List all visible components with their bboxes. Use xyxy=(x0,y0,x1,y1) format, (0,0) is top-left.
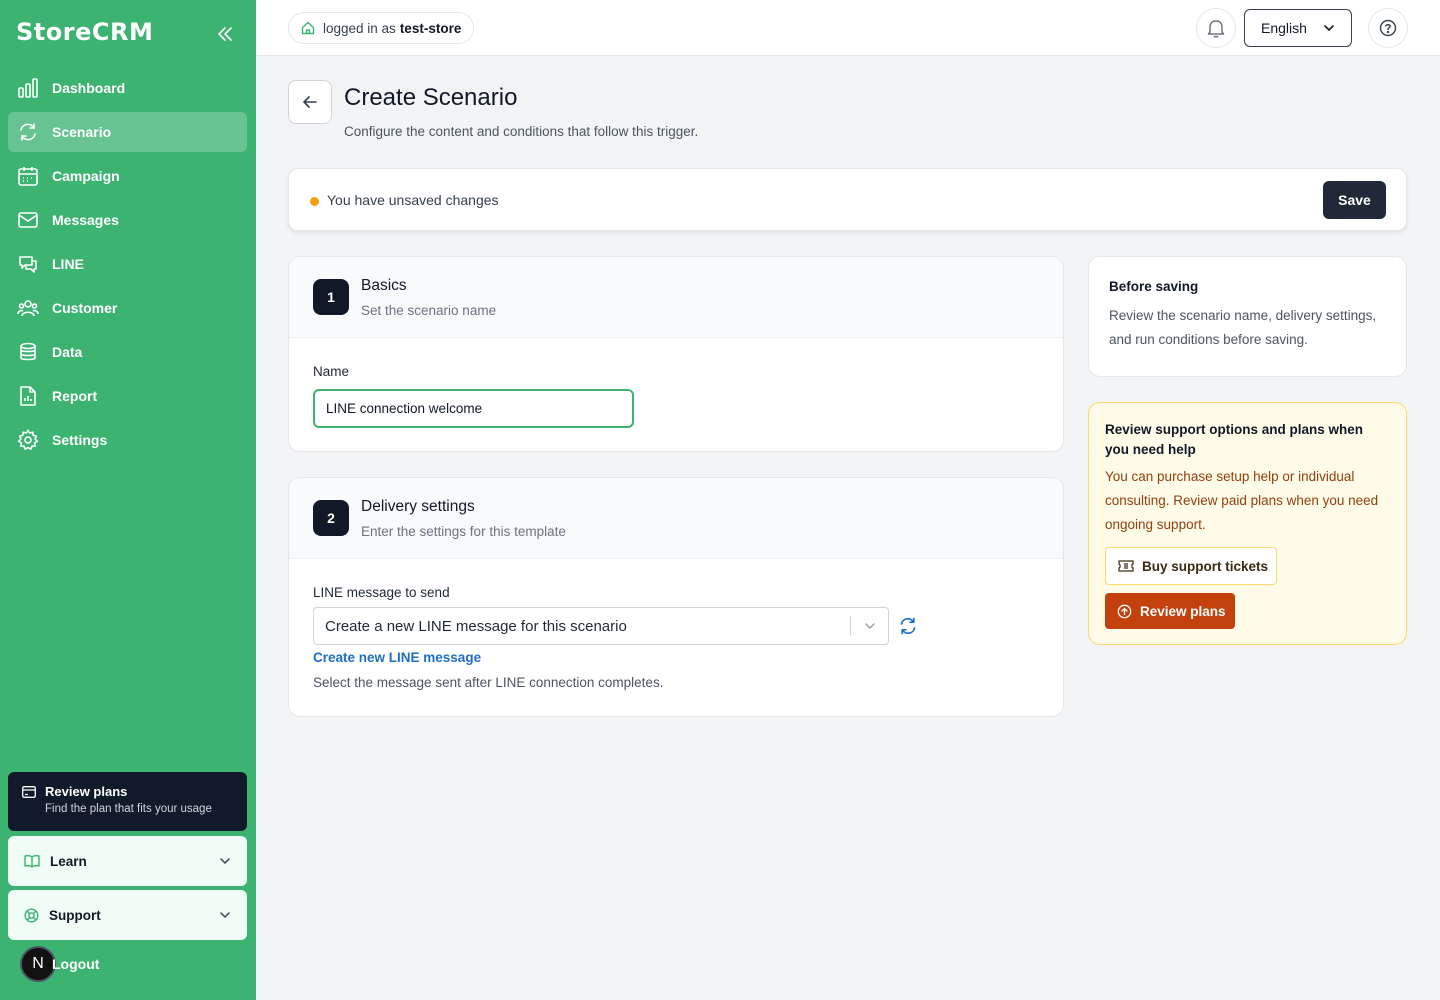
support-card-title: Review support options and plans when yo… xyxy=(1105,422,1364,457)
sidebar-item-customer[interactable]: Customer xyxy=(8,288,247,328)
back-button[interactable] xyxy=(288,80,332,124)
sidebar-item-label: Dashboard xyxy=(52,80,126,96)
sidebar-item-label: Settings xyxy=(52,432,108,448)
bell-icon xyxy=(1207,20,1225,38)
language-select[interactable]: English xyxy=(1244,9,1352,47)
refresh-icon xyxy=(17,121,39,143)
help-icon xyxy=(1379,19,1397,37)
support-accordion[interactable]: Support xyxy=(8,890,247,940)
line-message-help-text: Select the message sent after LINE conne… xyxy=(313,675,664,690)
chevron-down-icon xyxy=(220,858,230,865)
basics-title: Basics xyxy=(361,277,407,294)
logout-label: Logout xyxy=(52,956,100,972)
buy-support-tickets-button[interactable]: Buy support tickets xyxy=(1105,547,1277,585)
before-saving-title: Before saving xyxy=(1109,279,1199,294)
review-plans-card[interactable]: Review plans Find the plan that fits you… xyxy=(8,772,247,831)
review-plans-button[interactable]: Review plans xyxy=(1105,593,1235,629)
step-badge: 1 xyxy=(313,279,349,315)
status-dot xyxy=(310,197,319,206)
sidebar-item-label: LINE xyxy=(52,256,84,272)
sidebar-item-label: Data xyxy=(52,344,83,360)
sidebar-item-label: Campaign xyxy=(52,168,120,184)
sidebar-item-report[interactable]: Report xyxy=(8,376,247,416)
credit-card-icon xyxy=(22,785,36,798)
arrow-left-icon xyxy=(303,96,317,108)
sidebar-item-line[interactable]: LINE xyxy=(8,244,247,284)
delivery-card-header: 2 Delivery settings Enter the settings f… xyxy=(289,478,1063,559)
before-saving-card: Before saving Review the scenario name, … xyxy=(1088,256,1407,377)
review-plans-title: Review plans xyxy=(45,784,128,799)
store-name: test-store xyxy=(399,20,462,36)
support-card-text: You can purchase setup help or individua… xyxy=(1105,469,1379,532)
review-plans-label: Review plans xyxy=(1140,603,1226,619)
sidebar-item-label: Report xyxy=(52,388,98,404)
support-label: Support xyxy=(49,907,101,923)
login-status-pill: logged in as test-store xyxy=(288,12,475,44)
before-saving-text: Review the scenario name, delivery setti… xyxy=(1109,308,1377,347)
logged-in-prefix: logged in as xyxy=(323,20,396,36)
top-header: logged in as test-store English xyxy=(256,0,1440,56)
collapse-sidebar-icon[interactable] xyxy=(214,24,236,44)
logout-button[interactable]: N Logout xyxy=(20,946,99,982)
basics-card: 1 Basics Set the scenario name Name xyxy=(288,256,1064,452)
delivery-settings-card: 2 Delivery settings Enter the settings f… xyxy=(288,477,1064,717)
ticket-icon xyxy=(1118,560,1134,572)
learn-label: Learn xyxy=(50,853,87,869)
bar-chart-icon xyxy=(17,77,39,99)
sidebar-item-dashboard[interactable]: Dashboard xyxy=(8,68,247,108)
selected-option: Create a new LINE message for this scena… xyxy=(325,617,627,635)
users-icon xyxy=(17,297,39,319)
review-plans-subtitle: Find the plan that fits your usage xyxy=(45,803,212,815)
sidebar-item-settings[interactable]: Settings xyxy=(8,420,247,460)
sidebar-item-label: Messages xyxy=(52,212,119,228)
line-message-select[interactable]: Create a new LINE message for this scena… xyxy=(313,607,889,645)
unsaved-changes-text: You have unsaved changes xyxy=(327,192,499,208)
page-subtitle: Configure the content and conditions tha… xyxy=(344,124,699,139)
refresh-icon[interactable] xyxy=(898,616,918,636)
scenario-name-input[interactable] xyxy=(313,389,634,428)
brand-logo: StoreCRM xyxy=(16,18,154,46)
language-value: English xyxy=(1261,20,1307,36)
buy-support-tickets-label: Buy support tickets xyxy=(1142,558,1269,574)
report-icon xyxy=(17,385,39,407)
sidebar-nav: Dashboard Scenario Campaign Messages LIN… xyxy=(8,68,247,464)
notifications-button[interactable] xyxy=(1196,8,1236,48)
gear-icon xyxy=(17,429,39,451)
sidebar-item-messages[interactable]: Messages xyxy=(8,200,247,240)
lifebuoy-icon xyxy=(24,907,39,923)
learn-accordion[interactable]: Learn xyxy=(8,836,247,886)
unsaved-changes-bar: You have unsaved changes Save xyxy=(288,168,1407,231)
sidebar-item-label: Scenario xyxy=(52,124,112,140)
chat-icon xyxy=(17,253,39,275)
calendar-icon xyxy=(17,165,39,187)
delivery-subtitle: Enter the settings for this template xyxy=(361,524,566,539)
chevron-down-icon xyxy=(220,912,230,919)
sidebar: StoreCRM Dashboard Scenario Campaign Mes… xyxy=(0,0,256,1000)
delivery-title: Delivery settings xyxy=(361,498,475,515)
save-button[interactable]: Save xyxy=(1323,181,1386,219)
book-icon xyxy=(24,855,40,868)
sidebar-item-campaign[interactable]: Campaign xyxy=(8,156,247,196)
support-options-card: Review support options and plans when yo… xyxy=(1088,402,1407,645)
home-icon xyxy=(301,21,315,35)
arrow-up-circle-icon xyxy=(1117,604,1132,618)
line-message-label: LINE message to send xyxy=(313,585,450,600)
sidebar-item-data[interactable]: Data xyxy=(8,332,247,372)
page-title: Create Scenario xyxy=(344,84,518,111)
help-button[interactable] xyxy=(1368,8,1408,48)
name-label: Name xyxy=(313,364,350,379)
create-line-message-link[interactable]: Create new LINE message xyxy=(313,650,481,665)
mail-icon xyxy=(17,209,39,231)
sidebar-item-scenario[interactable]: Scenario xyxy=(8,112,247,152)
database-icon xyxy=(17,341,39,363)
chevron-down-icon xyxy=(1324,25,1334,32)
chevron-down-icon[interactable] xyxy=(851,622,888,630)
basics-card-header: 1 Basics Set the scenario name xyxy=(289,257,1063,338)
basics-subtitle: Set the scenario name xyxy=(361,303,497,318)
review-plans-title-row: Review plans xyxy=(22,784,233,799)
avatar[interactable]: N xyxy=(20,946,56,982)
step-badge: 2 xyxy=(313,500,349,536)
sidebar-item-label: Customer xyxy=(52,300,118,316)
